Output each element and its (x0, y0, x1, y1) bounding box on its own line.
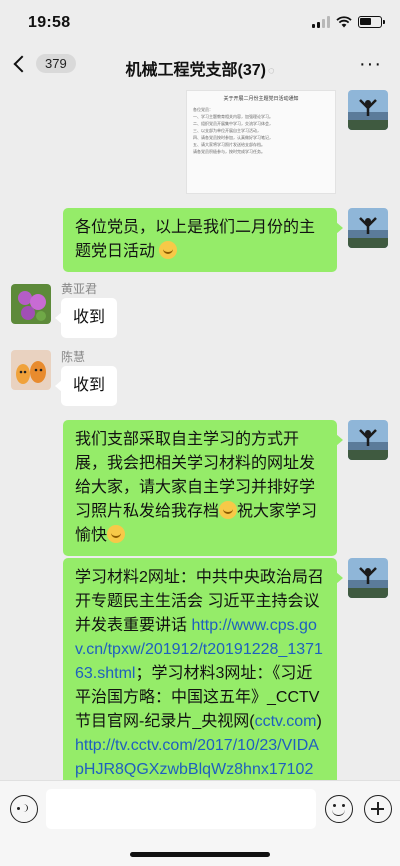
smile-emoji-icon (219, 501, 238, 519)
document-line: 三、以支部为单位开展自主学习活动， (193, 128, 261, 133)
chat-title-wrap: 机械工程党支部(37) ◌ (0, 56, 400, 80)
status-time: 19:58 (28, 14, 71, 31)
document-line: 二、组织党员开展集中学习，交流学习体会， (193, 121, 273, 126)
more-icon[interactable]: ··· (359, 54, 382, 74)
message-bubble-outgoing[interactable]: 学习材料2网址：中共中央政治局召开专题民主生活会 习近平主持会议并发表重要讲话 … (63, 558, 343, 780)
mute-icon: ◌ (267, 65, 275, 77)
grin-emoji-icon (107, 525, 126, 543)
my-avatar[interactable] (348, 90, 388, 130)
sender-name: 黄亚君 (61, 282, 98, 296)
document-line: 各位党员： (193, 107, 213, 112)
message-bubble-outgoing[interactable]: 我们支部采取自主学习的方式开展，我会把相关学习材料的网址发给大家，请大家自主学习… (63, 420, 343, 556)
document-image-message[interactable]: 关于开展二月份主题党日活动通知 各位党员： 一、学习主题教育相关内容，加强理论学… (186, 90, 336, 194)
chat-title: 机械工程党支部(37) (125, 62, 266, 79)
status-bar: 19:58 (0, 0, 400, 46)
message-text: 收到 (73, 309, 106, 326)
message-text: 各位党员，以上是我们二月份的主题党日活动 (75, 219, 316, 260)
my-avatar[interactable] (348, 208, 388, 248)
sender-avatar[interactable] (11, 284, 51, 324)
document-line: 五、请大家将学习照片发送给支部存档。 (193, 142, 265, 147)
my-avatar[interactable] (348, 420, 388, 460)
document-line: 四、请各党员按时参加，认真做好学习笔记， (193, 135, 273, 140)
message-link[interactable]: cctv.com (255, 713, 317, 730)
message-text: 收到 (73, 377, 106, 394)
message-link[interactable]: http://tv.cctv.com/2017/10/23/VIDApHJR8Q… (75, 737, 319, 780)
emoji-icon[interactable] (325, 795, 353, 823)
message-bubble-incoming[interactable]: 收到 (55, 366, 117, 406)
chat-header: 379 机械工程党支部(37) ◌ ··· (0, 46, 400, 86)
sender-avatar[interactable] (11, 350, 51, 390)
battery-icon (358, 16, 385, 28)
signal-icon (312, 16, 330, 28)
document-line: 一、学习主题教育相关内容，加强理论学习。 (193, 114, 273, 119)
message-bubble-outgoing[interactable]: 各位党员，以上是我们二月份的主题党日活动 (63, 208, 343, 272)
voice-icon[interactable] (10, 795, 38, 823)
home-indicator (130, 852, 270, 857)
my-avatar[interactable] (348, 558, 388, 598)
document-title: 关于开展二月份主题党日活动通知 (223, 96, 299, 102)
status-icons (312, 16, 385, 28)
smile-emoji-icon (159, 241, 178, 259)
sender-name: 陈慧 (61, 350, 86, 364)
document-line: 请各党员积极参与，按时完成学习任务。 (193, 149, 265, 154)
message-input[interactable] (46, 789, 316, 829)
message-bubble-incoming[interactable]: 收到 (55, 298, 117, 338)
wifi-icon (336, 16, 352, 28)
plus-icon[interactable] (364, 795, 392, 823)
message-text: ) (316, 713, 322, 730)
chat-message-list[interactable]: 关于开展二月份主题党日活动通知 各位党员： 一、学习主题教育相关内容，加强理论学… (0, 86, 400, 780)
